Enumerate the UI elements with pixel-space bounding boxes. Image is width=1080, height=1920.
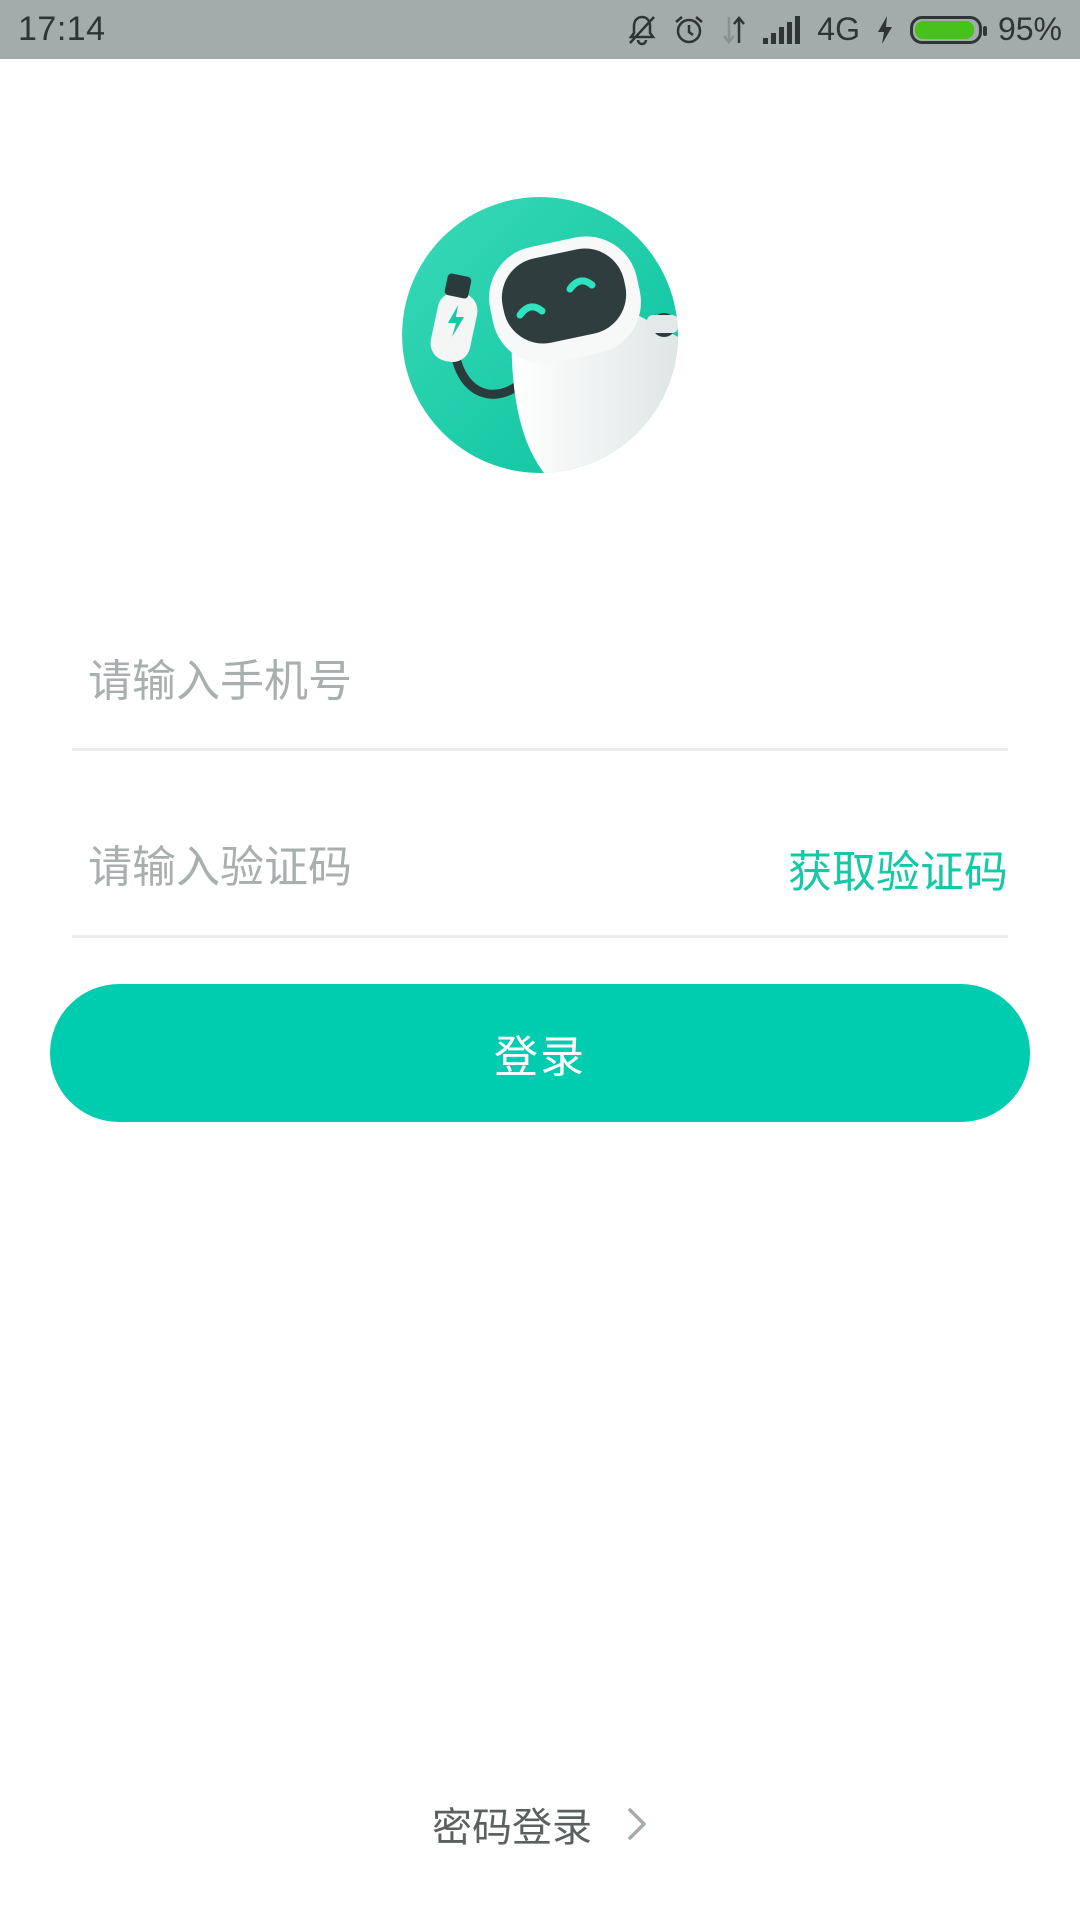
- phone-input[interactable]: [88, 615, 988, 748]
- verification-code-input[interactable]: [88, 800, 728, 935]
- phone-field-container: [72, 615, 1008, 751]
- signal-icon: [763, 15, 801, 44]
- status-bar: 17:14 4G 95%: [0, 0, 1080, 59]
- password-login-link[interactable]: 密码登录: [0, 1784, 1080, 1864]
- status-icons: 4G 95%: [627, 11, 1062, 48]
- code-field-container: 获取验证码: [72, 800, 1008, 938]
- battery-fill: [914, 20, 974, 39]
- charging-icon: [876, 15, 894, 45]
- battery-icon: [909, 15, 987, 44]
- alarm-icon: [673, 14, 705, 46]
- password-login-label: 密码登录: [432, 1805, 592, 1851]
- chevron-right-icon: [626, 1806, 648, 1842]
- status-time: 17:14: [18, 10, 106, 48]
- battery-percent: 95%: [997, 11, 1062, 47]
- bell-off-icon: [627, 14, 657, 46]
- network-type: 4G: [817, 11, 860, 47]
- login-button[interactable]: 登录: [50, 984, 1030, 1122]
- get-code-button[interactable]: 获取验证码: [788, 800, 1008, 935]
- data-arrows-icon: [721, 15, 747, 45]
- robot-mascot-icon: [402, 197, 678, 473]
